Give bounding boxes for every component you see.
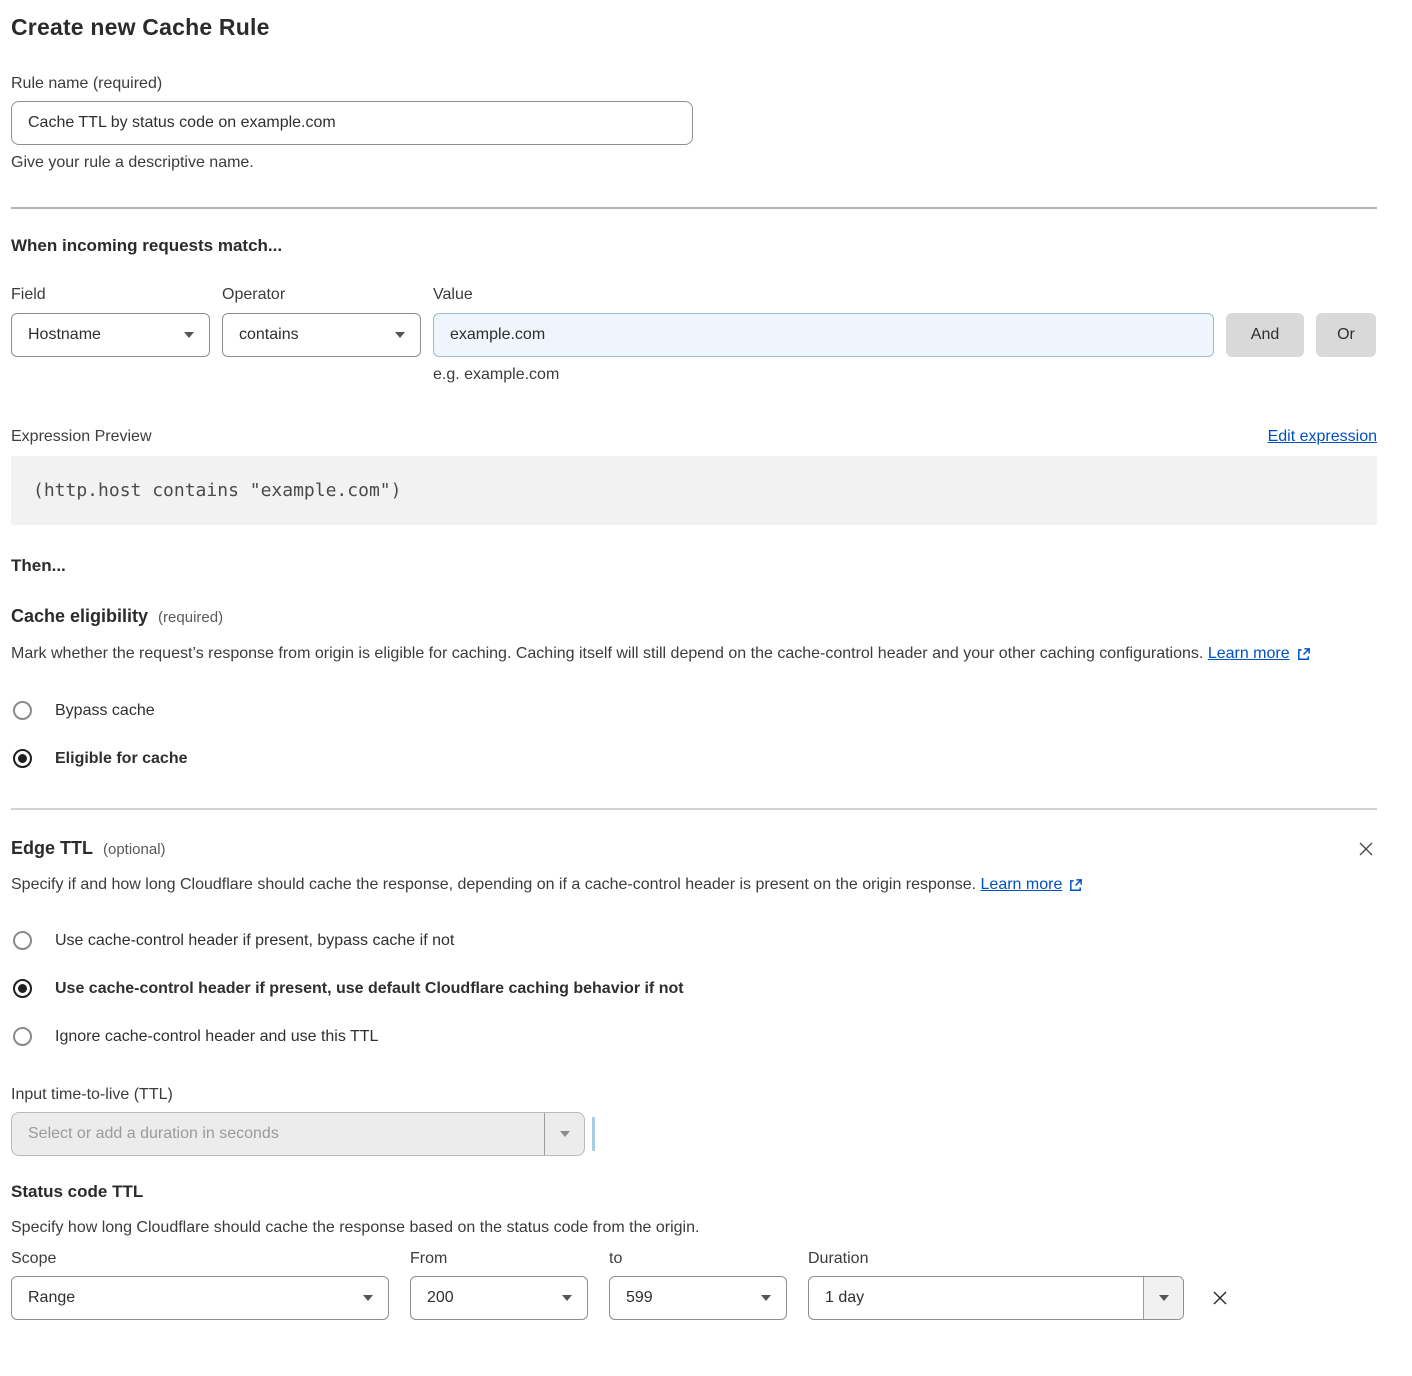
- radio-icon: [13, 701, 32, 720]
- radio-icon: [13, 931, 32, 950]
- operator-select-value: contains: [239, 326, 299, 344]
- and-button[interactable]: And: [1226, 313, 1304, 357]
- duration-select[interactable]: 1 day: [808, 1276, 1184, 1320]
- value-helper: e.g. example.com: [433, 366, 1214, 384]
- match-heading: When incoming requests match...: [11, 236, 1377, 256]
- cache-eligibility-title: Cache eligibility: [11, 606, 148, 627]
- edge-ttl-description: Specify if and how long Cloudflare shoul…: [11, 871, 1351, 899]
- to-select[interactable]: 599: [609, 1276, 787, 1320]
- create-cache-rule-form: Create new Cache Rule Rule name (require…: [0, 0, 1412, 1376]
- rule-name-input[interactable]: [11, 101, 693, 145]
- edge-ttl-learn-more-link[interactable]: Learn more: [981, 871, 1063, 899]
- external-link-icon: [1296, 647, 1311, 662]
- operator-select[interactable]: contains: [222, 313, 421, 357]
- section-divider: [11, 808, 1377, 810]
- to-label: to: [609, 1250, 787, 1268]
- chevron-down-icon: [184, 332, 194, 338]
- expression-preview-label: Expression Preview: [11, 428, 152, 446]
- from-label: From: [410, 1250, 588, 1268]
- scope-label: Scope: [11, 1250, 389, 1268]
- ttl-duration-select[interactable]: Select or add a duration in seconds: [11, 1112, 585, 1156]
- radio-cc-bypass[interactable]: Use cache-control header if present, byp…: [11, 927, 1377, 954]
- edge-ttl-title: Edge TTL: [11, 838, 93, 859]
- ttl-duration-placeholder: Select or add a duration in seconds: [12, 1113, 544, 1155]
- chevron-down-icon: [562, 1295, 572, 1301]
- chevron-down-icon: [761, 1295, 771, 1301]
- text-caret: [592, 1117, 595, 1151]
- radio-cc-default[interactable]: Use cache-control header if present, use…: [11, 975, 1377, 1002]
- radio-bypass-cache[interactable]: Bypass cache: [11, 697, 1377, 724]
- dropdown-arrow-button[interactable]: [1143, 1277, 1183, 1319]
- ttl-input-label: Input time-to-live (TTL): [11, 1086, 1377, 1104]
- radio-selected-icon: [13, 979, 32, 998]
- chevron-down-icon: [1159, 1295, 1169, 1301]
- then-heading: Then...: [11, 556, 1377, 576]
- edit-expression-link[interactable]: Edit expression: [1268, 428, 1377, 446]
- page-title: Create new Cache Rule: [11, 14, 1377, 41]
- to-select-value: 599: [626, 1289, 653, 1307]
- duration-label: Duration: [808, 1250, 1184, 1268]
- remove-status-ttl-button[interactable]: [1208, 1286, 1232, 1310]
- field-select-value: Hostname: [28, 326, 101, 344]
- dropdown-arrow-button[interactable]: [544, 1113, 584, 1155]
- cache-eligibility-required-badge: (required): [158, 609, 223, 626]
- rule-name-helper: Give your rule a descriptive name.: [11, 154, 1377, 172]
- close-icon: [1357, 840, 1375, 858]
- from-select-value: 200: [427, 1289, 454, 1307]
- scope-select[interactable]: Range: [11, 1276, 389, 1320]
- edge-ttl-close-button[interactable]: [1355, 838, 1377, 860]
- radio-eligible-for-cache[interactable]: Eligible for cache: [11, 745, 1377, 772]
- operator-column-label: Operator: [222, 286, 421, 304]
- close-icon: [1210, 1288, 1230, 1308]
- match-value-input[interactable]: [433, 313, 1214, 357]
- radio-selected-icon: [13, 749, 32, 768]
- radio-icon: [13, 1027, 32, 1046]
- edge-ttl-optional-badge: (optional): [103, 841, 166, 858]
- status-code-ttl-title: Status code TTL: [11, 1182, 1377, 1202]
- cache-eligibility-description: Mark whether the request’s response from…: [11, 640, 1351, 668]
- match-builder: Field Operator Value Hostname contains A…: [11, 286, 1377, 384]
- field-select[interactable]: Hostname: [11, 313, 210, 357]
- expression-preview-code: (http.host contains "example.com"): [11, 456, 1377, 525]
- value-column-label: Value: [433, 286, 1214, 304]
- scope-select-value: Range: [28, 1289, 75, 1307]
- cache-eligibility-learn-more-link[interactable]: Learn more: [1208, 640, 1290, 668]
- status-code-ttl-description: Specify how long Cloudflare should cache…: [11, 1214, 1351, 1242]
- or-button[interactable]: Or: [1316, 313, 1376, 357]
- chevron-down-icon: [363, 1295, 373, 1301]
- radio-cc-ignore[interactable]: Ignore cache-control header and use this…: [11, 1023, 1377, 1050]
- chevron-down-icon: [395, 332, 405, 338]
- status-code-ttl-row: Scope From to Duration Range 200 599 1 d…: [11, 1250, 1377, 1320]
- external-link-icon: [1068, 878, 1083, 893]
- rule-name-label: Rule name (required): [11, 75, 1377, 93]
- chevron-down-icon: [560, 1131, 570, 1137]
- from-select[interactable]: 200: [410, 1276, 588, 1320]
- field-column-label: Field: [11, 286, 210, 304]
- duration-select-value: 1 day: [809, 1277, 1143, 1319]
- section-divider: [11, 207, 1377, 209]
